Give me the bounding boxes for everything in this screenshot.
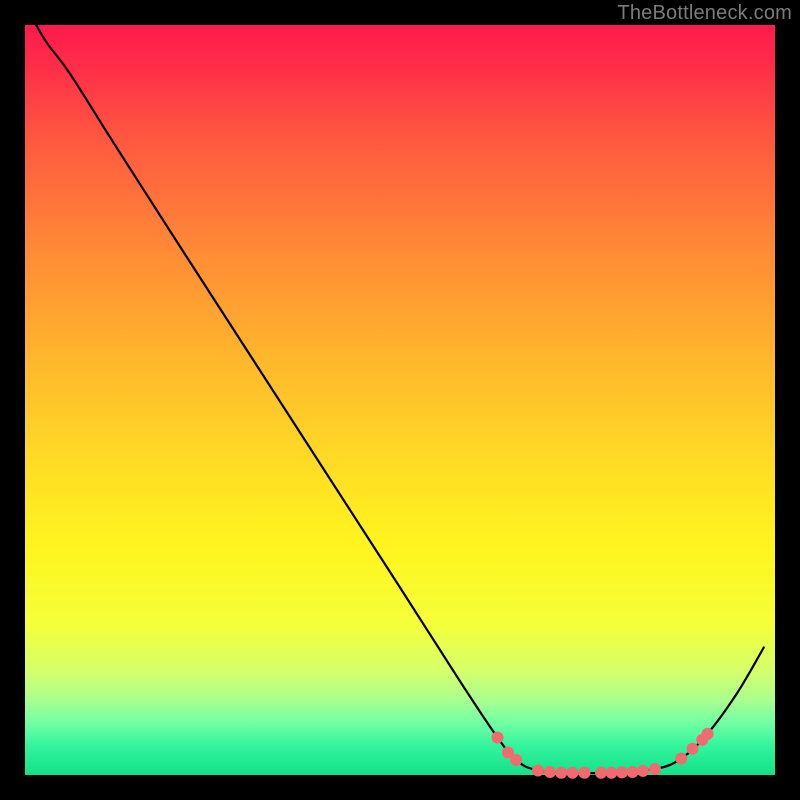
curve-marker [702,728,714,740]
curve-marker [637,765,649,777]
curve-marker [555,767,567,779]
curve-marker [687,743,699,755]
curve-marker [616,766,628,778]
curve-marker [627,766,639,778]
curve-marker [675,753,687,765]
chart-stage: TheBottleneck.com [0,0,800,800]
bottleneck-chart [0,0,800,800]
curve-marker [510,754,522,766]
curve-marker [595,767,607,779]
watermark-text: TheBottleneck.com [617,2,792,25]
curve-marker [579,767,591,779]
curve-marker [606,767,618,779]
curve-marker [544,766,556,778]
curve-marker [567,767,579,779]
curve-marker [492,732,504,744]
plot-background [25,25,775,775]
curve-marker [532,765,544,777]
curve-marker [649,763,661,775]
